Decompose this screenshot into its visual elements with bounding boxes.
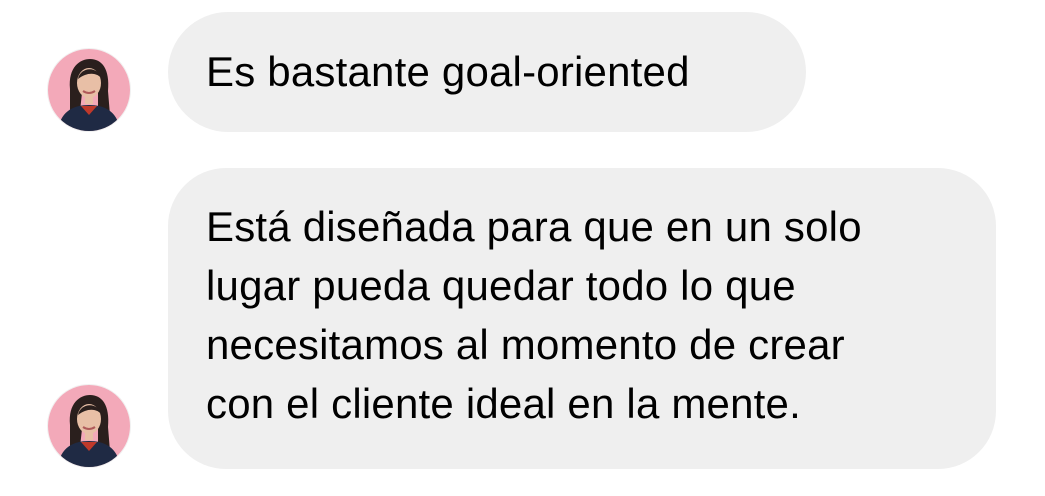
message-text: Es bastante goal-oriented: [206, 48, 690, 95]
message-thread: Es bastante goal-oriented Está diseñada …: [0, 0, 1045, 496]
message-text-line: necesitamos al momento de crear: [206, 321, 845, 368]
message-bubble[interactable]: Es bastante goal-oriented: [168, 12, 806, 132]
message-text-line: con el cliente ideal en la mente.: [206, 380, 801, 427]
woman-portrait-avatar-icon: [48, 49, 130, 131]
avatar[interactable]: [48, 385, 130, 467]
message-text-line: lugar pueda quedar todo lo que: [206, 262, 796, 309]
avatar[interactable]: [48, 49, 130, 131]
message-text-line: Está diseñada para que en un solo: [206, 203, 862, 250]
message-bubble[interactable]: Está diseñada para que en un solo lugar …: [168, 168, 996, 469]
woman-portrait-avatar-icon: [48, 385, 130, 467]
